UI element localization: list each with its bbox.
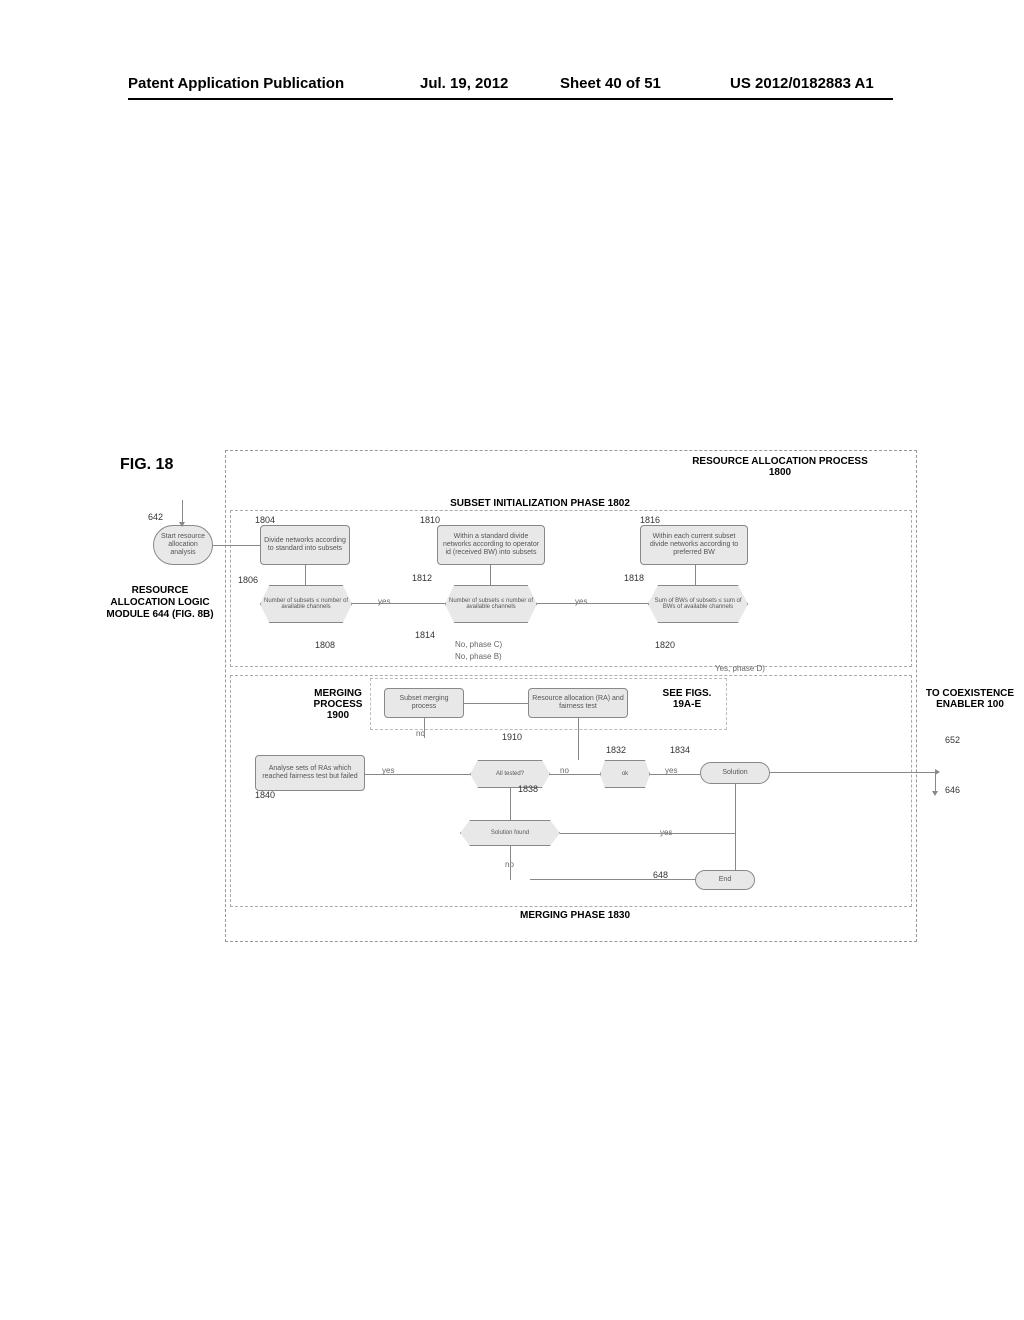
arrow (213, 545, 260, 546)
arrow (550, 774, 600, 775)
process-title: RESOURCE ALLOCATION PROCESS 1800 (680, 456, 880, 478)
arrow (537, 603, 648, 604)
header-rule (128, 98, 893, 100)
ref-1804: 1804 (255, 515, 275, 525)
label-yes-1: yes (378, 597, 390, 606)
arrow (424, 718, 425, 738)
sheet-number: Sheet 40 of 51 (560, 75, 661, 92)
node-solution: Solution (700, 762, 770, 784)
node-ok: ok (600, 760, 650, 788)
arrow (578, 718, 579, 760)
ref-1814: 1814 (415, 630, 435, 640)
ref-652: 652 (945, 735, 960, 745)
arrow (560, 833, 735, 834)
ref-1840: 1840 (255, 790, 275, 800)
ref-1808: 1808 (315, 640, 335, 650)
arrow (695, 565, 696, 585)
ref-1832: 1832 (606, 745, 626, 755)
arrowhead (932, 791, 938, 796)
node-num-chan-2: Number of subsets ≤ number of available … (445, 585, 537, 623)
node-analyse: Analyse sets of RAs which reached fairne… (255, 755, 365, 791)
publication-number: US 2012/0182883 A1 (730, 75, 874, 92)
to-coexistence-label: TO COEXISTENCE ENABLER 100 (925, 688, 1015, 710)
ref-1812: 1812 (412, 573, 432, 583)
node-start: Start resource allocation analysis (153, 525, 213, 565)
label-yes-phase-d: Yes, phase D) (715, 664, 765, 673)
label-no-phase-c: No, phase C) (455, 640, 502, 649)
arrow (735, 784, 736, 870)
publication-type: Patent Application Publication (128, 75, 344, 92)
node-ra-fairness: Resource allocation (RA) and fairness te… (528, 688, 628, 718)
ref-1834: 1834 (670, 745, 690, 755)
ref-1838: 1838 (518, 784, 538, 794)
ref-1910: 1910 (502, 732, 522, 742)
arrow (352, 603, 445, 604)
arrowhead (179, 522, 185, 527)
node-solution-found: Solution found (460, 820, 560, 846)
ref-1806: 1806 (238, 575, 258, 585)
arrow (530, 879, 695, 880)
arrow (650, 774, 700, 775)
ref-1810: 1810 (420, 515, 440, 525)
figure-18: FIG. 18 RESOURCE ALLOCATION PROCESS 1800… (100, 470, 920, 960)
ref-1816: 1816 (640, 515, 660, 525)
label-yes-2: yes (575, 597, 587, 606)
node-end: End (695, 870, 755, 890)
arrow (305, 565, 306, 585)
ref-642: 642 (148, 512, 163, 522)
ref-1820: 1820 (655, 640, 675, 650)
arrow (510, 788, 511, 820)
arrow (510, 846, 511, 880)
merging-phase-title: MERGING PHASE 1830 (520, 910, 630, 921)
node-num-chan-1: Number of subsets ≤ number of available … (260, 585, 352, 623)
label-no-phase-b: No, phase B) (455, 652, 502, 661)
ref-646: 646 (945, 785, 960, 795)
module-label: RESOURCE ALLOCATION LOGIC MODULE 644 (FI… (105, 585, 215, 621)
ref-1818: 1818 (624, 573, 644, 583)
arrow (770, 772, 935, 773)
see-figs-label: SEE FIGS. 19A-E (655, 688, 719, 710)
publication-date: Jul. 19, 2012 (420, 75, 508, 92)
subset-phase-title: SUBSET INITIALIZATION PHASE 1802 (410, 498, 670, 509)
arrow (490, 565, 491, 585)
arrow (464, 703, 528, 704)
node-within-std: Within a standard divide networks accord… (437, 525, 545, 565)
node-within-subset: Within each current subset divide networ… (640, 525, 748, 565)
arrow (365, 774, 470, 775)
node-sum-bw: Sum of BWs of subsets ≤ sum of BWs of av… (648, 585, 748, 623)
merging-process-label: MERGING PROCESS 1900 (306, 688, 370, 721)
node-divide-std: Divide networks according to standard in… (260, 525, 350, 565)
node-subset-merge: Subset merging process (384, 688, 464, 718)
figure-label: FIG. 18 (120, 456, 173, 474)
